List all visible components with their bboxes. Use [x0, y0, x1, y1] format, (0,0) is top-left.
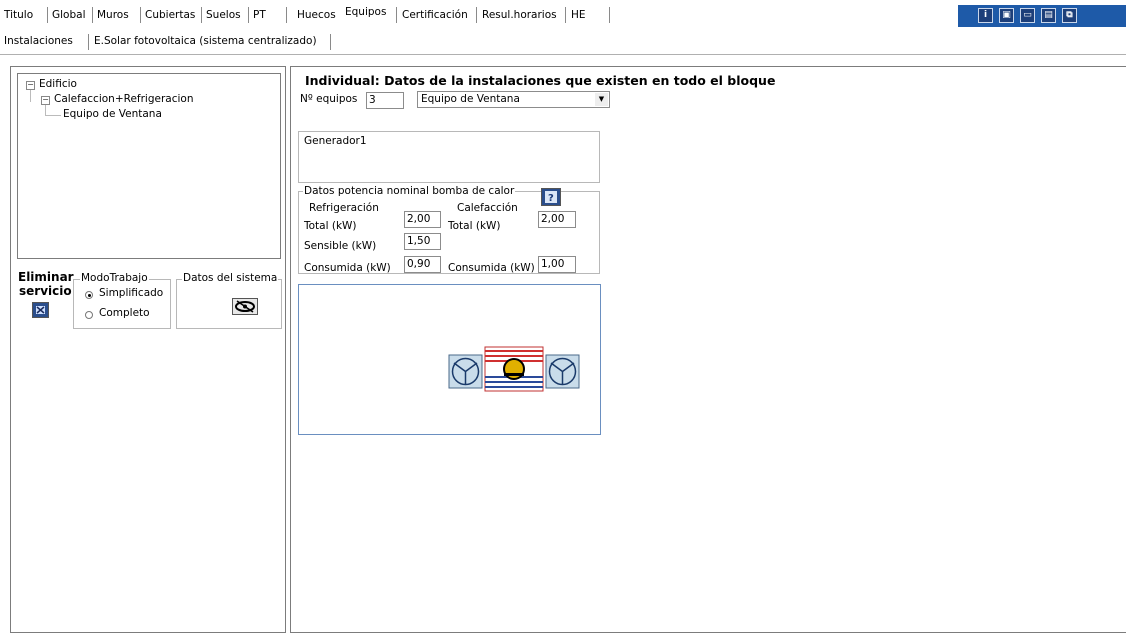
- radio-simplificado[interactable]: [85, 291, 93, 299]
- fan-icon: [448, 354, 483, 389]
- mode-group: ModoTrabajo Simplificado Completo: [73, 272, 171, 329]
- collapse-icon[interactable]: −: [41, 96, 50, 105]
- save-icon[interactable]: ▤: [1041, 8, 1056, 23]
- delete-service-button[interactable]: [32, 302, 49, 318]
- tab-equipos[interactable]: Equipos: [345, 6, 386, 18]
- heat-pump-label: Datos potencia nominal bomba de calor: [303, 185, 516, 197]
- window-icon[interactable]: ▭: [1020, 8, 1035, 23]
- tab-instalaciones[interactable]: Instalaciones: [4, 35, 73, 47]
- radio-completo[interactable]: [85, 311, 93, 319]
- tab-suelos[interactable]: Suelos: [206, 9, 241, 21]
- tab-separator: [565, 7, 566, 23]
- toolbar: i ▣ ▭ ▤ ⧉: [958, 5, 1126, 27]
- tree-line: [30, 90, 31, 102]
- system-data-button[interactable]: [232, 298, 258, 315]
- collapse-icon[interactable]: −: [26, 81, 35, 90]
- tab-divider: [0, 54, 1126, 55]
- tree-line: [45, 115, 61, 116]
- main-tab-bar: Titulo Global Muros Cubiertas Suelos PT …: [0, 0, 1126, 28]
- option-completo-label: Completo: [99, 307, 150, 319]
- mode-group-label: ModoTrabajo: [80, 272, 149, 284]
- cal-consumida-label: Consumida (kW): [448, 262, 535, 274]
- equipment-type-value: Equipo de Ventana: [421, 93, 520, 105]
- info-icon[interactable]: i: [978, 8, 993, 23]
- generator-label: Generador1: [303, 135, 368, 147]
- tab-he[interactable]: HE: [571, 9, 586, 21]
- tab-separator: [330, 34, 331, 50]
- service-tree[interactable]: − Edificio − Calefaccion+Refrigeracion E…: [17, 73, 281, 259]
- cal-total-label: Total (kW): [448, 220, 501, 232]
- ref-consumida-label: Consumida (kW): [304, 262, 391, 274]
- tab-separator: [609, 7, 610, 23]
- chevron-down-icon[interactable]: ▼: [595, 93, 608, 106]
- tab-separator: [396, 7, 397, 23]
- tab-separator: [88, 34, 89, 50]
- tab-solar-fotovoltaica[interactable]: E.Solar fotovoltaica (sistema centraliza…: [94, 35, 317, 47]
- ref-sensible-field[interactable]: 1,50: [404, 233, 441, 250]
- cal-consumida-field[interactable]: 1,00: [538, 256, 576, 273]
- tab-separator: [248, 7, 249, 23]
- system-data-group: Datos del sistema: [176, 272, 282, 329]
- num-equipos-label: Nº equipos: [300, 93, 358, 105]
- tab-separator: [47, 7, 48, 23]
- ref-consumida-field[interactable]: 0,90: [404, 256, 441, 273]
- main-title: Individual: Datos de la instalaciones qu…: [305, 73, 776, 88]
- tab-huecos[interactable]: Huecos: [297, 9, 336, 21]
- tab-cubiertas[interactable]: Cubiertas: [145, 9, 195, 21]
- tab-separator: [286, 7, 287, 23]
- ref-sensible-label: Sensible (kW): [304, 240, 377, 252]
- calefaccion-label: Calefacción: [457, 202, 518, 214]
- svg-text:?: ?: [548, 193, 554, 204]
- ref-total-label: Total (kW): [304, 220, 357, 232]
- tab-separator: [201, 7, 202, 23]
- tab-certificacion[interactable]: Certificación: [402, 9, 468, 21]
- tree-line: [45, 105, 46, 115]
- document-icon[interactable]: ▣: [999, 8, 1014, 23]
- tab-separator: [92, 7, 93, 23]
- option-simplificado-label: Simplificado: [99, 287, 164, 299]
- delete-service-label: servicio: [19, 284, 72, 298]
- num-equipos-field[interactable]: 3: [366, 92, 404, 109]
- hidden-eye-icon: [235, 300, 255, 313]
- tab-global[interactable]: Global: [52, 9, 86, 21]
- generator-group: Generador1: [298, 131, 600, 183]
- tab-titulo[interactable]: Titulo: [4, 9, 33, 21]
- system-data-label: Datos del sistema: [182, 272, 279, 284]
- tab-separator: [476, 7, 477, 23]
- tree-item-calefaccion[interactable]: Calefaccion+Refrigeracion: [54, 93, 193, 105]
- help-icon: ?: [545, 191, 557, 204]
- tree-item-edificio[interactable]: Edificio: [39, 78, 77, 90]
- delete-service-label: Eliminar: [18, 270, 74, 284]
- tab-separator: [140, 7, 141, 23]
- help-button[interactable]: ?: [541, 188, 561, 206]
- tab-muros[interactable]: Muros: [97, 9, 129, 21]
- equipment-type-select[interactable]: Equipo de Ventana ▼: [417, 91, 610, 108]
- tab-resul-horarios[interactable]: Resul.horarios: [482, 9, 557, 21]
- copy-icon[interactable]: ⧉: [1062, 8, 1077, 23]
- ref-total-field[interactable]: 2,00: [404, 211, 441, 228]
- delete-icon: [36, 306, 45, 314]
- tab-pt[interactable]: PT: [253, 9, 266, 21]
- system-diagram: [298, 284, 601, 435]
- compressor-icon: [484, 346, 544, 392]
- fan-icon: [545, 354, 580, 389]
- sub-tab-bar: Instalaciones E.Solar fotovoltaica (sist…: [0, 29, 1126, 54]
- cal-total-field[interactable]: 2,00: [538, 211, 576, 228]
- heat-pump-diagram: [448, 346, 580, 392]
- refrigeracion-label: Refrigeración: [309, 202, 379, 214]
- tree-item-equipo-ventana[interactable]: Equipo de Ventana: [63, 108, 162, 120]
